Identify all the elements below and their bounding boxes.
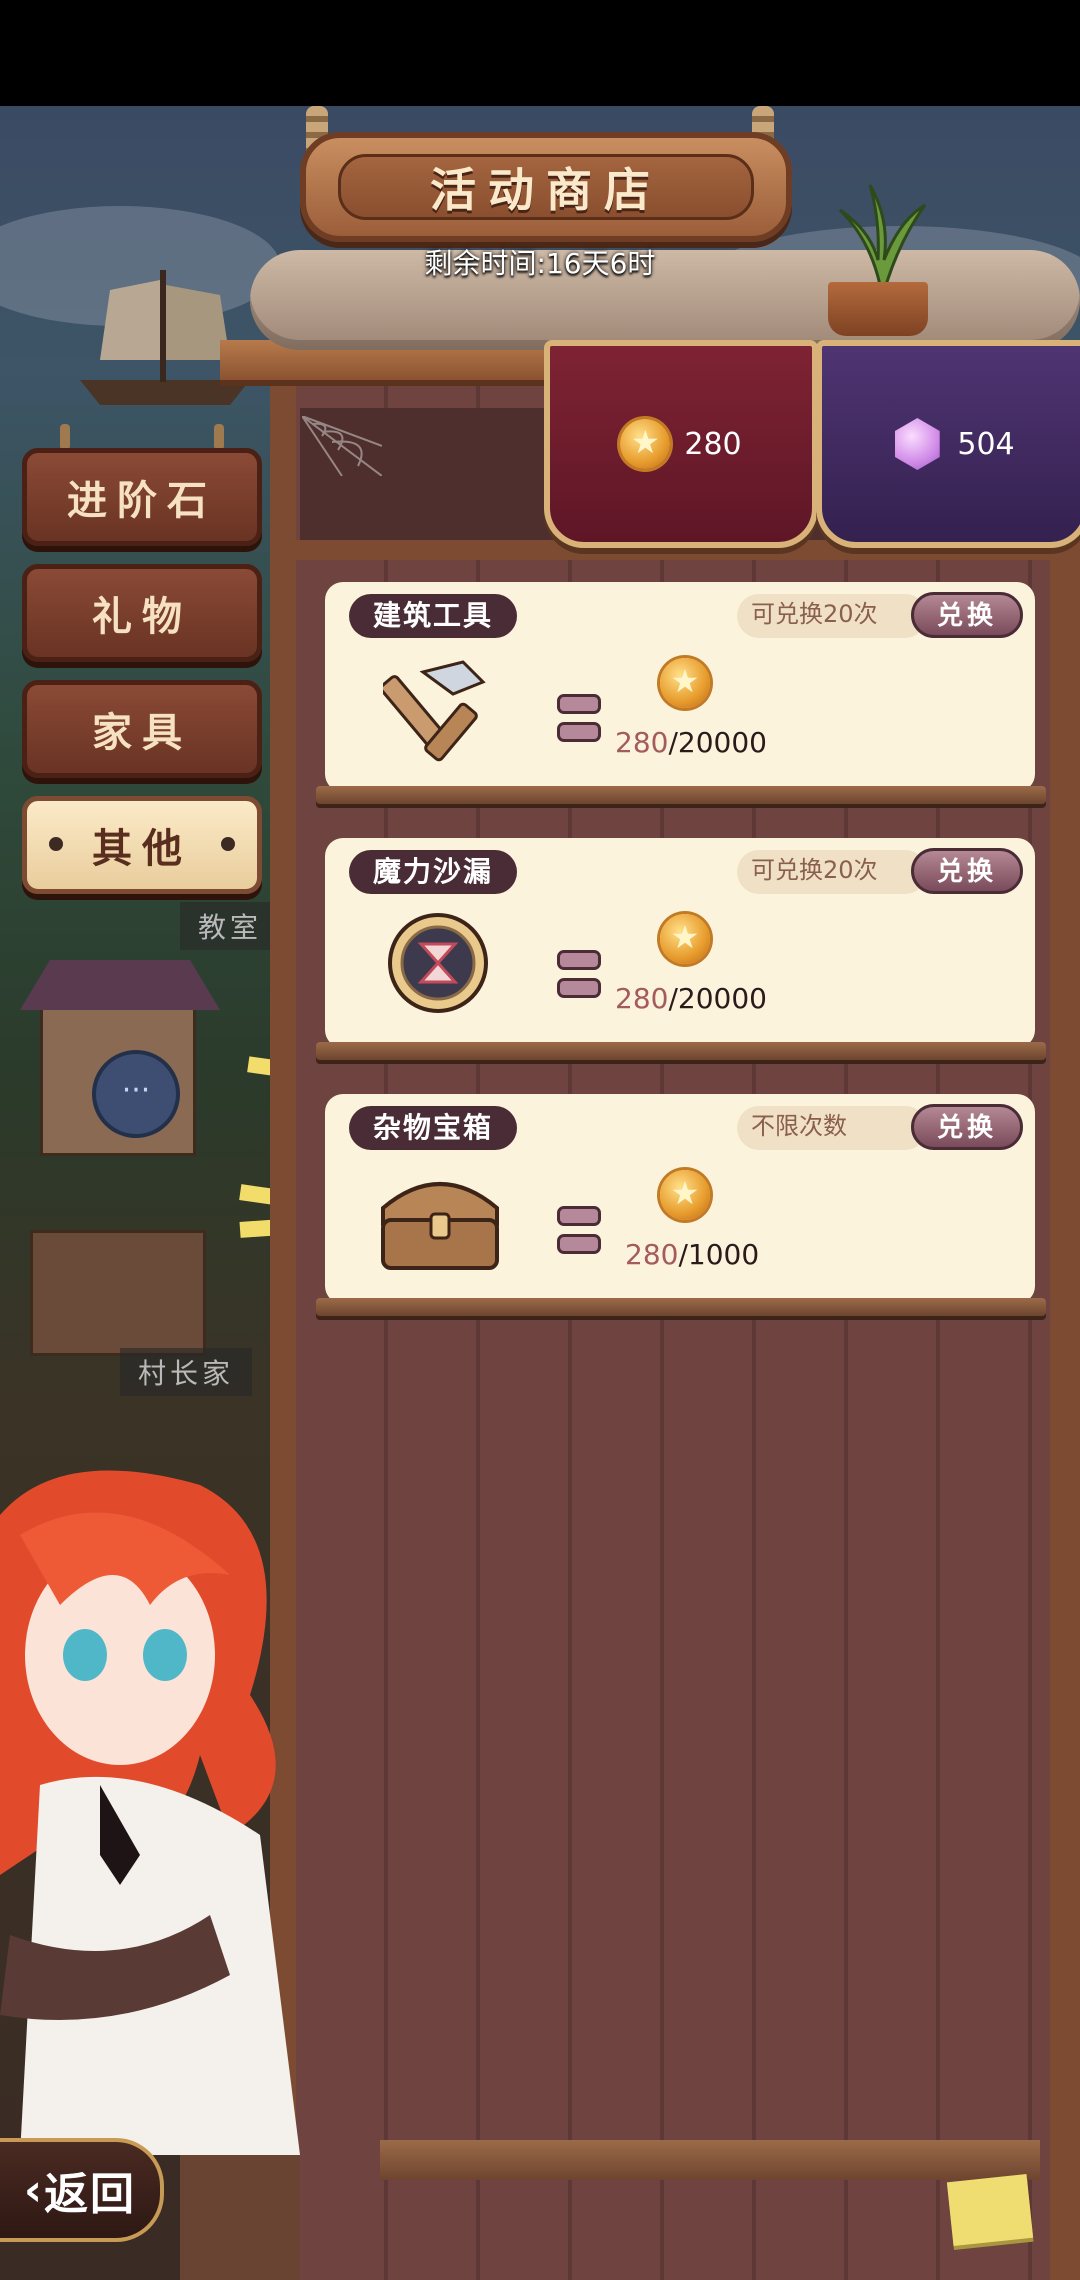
equals-icon — [557, 1206, 601, 1262]
menu-tab-label: 进阶石 — [67, 478, 217, 524]
price-cost: /20000 — [668, 726, 767, 759]
hourglass-icon — [388, 913, 488, 1013]
map-label-chief-house: 村长家 — [120, 1348, 253, 1396]
medal-coin-icon — [620, 419, 671, 469]
status-bar — [0, 0, 1080, 106]
back-label: 返回 — [44, 2169, 137, 2220]
nail-icon — [221, 837, 235, 851]
price-owned: 280 — [625, 1238, 679, 1271]
back-button[interactable]: ‹ 返回 — [0, 2138, 164, 2242]
medal-coin-icon — [660, 1170, 710, 1220]
menu-tab-other[interactable]: 其他 — [22, 796, 262, 894]
price-cost: /1000 — [678, 1238, 760, 1271]
menu-tab-gift[interactable]: 礼物 — [22, 564, 262, 662]
potted-plant-icon — [838, 184, 927, 287]
currency-gem: 504 — [816, 340, 1080, 548]
item-name: 魔力沙漏 — [349, 850, 518, 894]
chevron-left-icon: ‹ — [23, 2164, 45, 2216]
medal-coin-icon — [660, 658, 710, 708]
ship-illustration — [80, 270, 250, 405]
price-owned: 280 — [615, 726, 669, 759]
page-title: 活动商店 — [338, 154, 754, 220]
exchange-button[interactable]: 兑换 — [911, 1104, 1023, 1150]
price-cost: /20000 — [668, 982, 767, 1015]
item-price: 280/20000 — [615, 982, 767, 1015]
shop-item-card: 魔力沙漏 可兑换20次 兑换 280/20000 — [325, 838, 1035, 1048]
cobweb-icon — [302, 416, 382, 476]
sticky-note-icon[interactable] — [946, 2173, 1034, 2247]
menu-rope — [60, 424, 70, 450]
price-owned: 280 — [615, 982, 669, 1015]
menu-tab-furniture[interactable]: 家具 — [22, 680, 262, 778]
item-name: 杂物宝箱 — [349, 1106, 518, 1150]
menu-rope — [214, 424, 224, 450]
currency-medal: 280 — [544, 340, 818, 548]
equals-icon — [557, 950, 601, 1006]
shelf-board — [316, 786, 1046, 804]
exchange-button[interactable]: 兑换 — [911, 848, 1023, 894]
shelf-board — [316, 1042, 1046, 1060]
item-limit: 可兑换20次 — [737, 850, 927, 894]
cabinet-frame-right — [1050, 560, 1080, 2280]
menu-tab-label: 礼物 — [92, 594, 192, 640]
item-limit: 不限次数 — [737, 1106, 927, 1150]
nail-icon — [49, 837, 63, 851]
item-price: 280/1000 — [625, 1238, 759, 1271]
shelf-board — [316, 1298, 1046, 1316]
map-roof — [20, 960, 220, 1010]
chat-bubble-icon[interactable]: ··· — [92, 1050, 180, 1138]
remaining-time: 剩余时间:16天6时 — [424, 247, 656, 280]
item-price: 280/20000 — [615, 726, 767, 759]
item-name: 建筑工具 — [349, 594, 518, 638]
currency-medal-value: 280 — [684, 426, 742, 462]
cabinet-bottom-shelf — [380, 2140, 1040, 2180]
equals-icon — [557, 694, 601, 750]
treasure-chest-icon — [381, 1182, 499, 1270]
title-sign: 活动商店 — [300, 132, 792, 242]
menu-tab-advance-stone[interactable]: 进阶石 — [22, 448, 262, 546]
plant-pot — [828, 282, 928, 336]
shop-item-card: 杂物宝箱 不限次数 兑换 280/1000 — [325, 1094, 1035, 1304]
currency-gem-value: 504 — [957, 426, 1015, 462]
menu-tab-label: 其他 — [92, 826, 192, 872]
medal-coin-icon — [660, 914, 710, 964]
purple-gem-icon — [894, 418, 940, 470]
menu-tab-label: 家具 — [92, 710, 192, 756]
map-label-classroom: 教室 — [180, 902, 281, 950]
hammer-icon — [383, 660, 486, 762]
exchange-button[interactable]: 兑换 — [911, 592, 1023, 638]
map-house — [30, 1230, 206, 1356]
shop-item-card: 建筑工具 可兑换20次 兑换 280/20000 — [325, 582, 1035, 792]
item-limit: 可兑换20次 — [737, 594, 927, 638]
